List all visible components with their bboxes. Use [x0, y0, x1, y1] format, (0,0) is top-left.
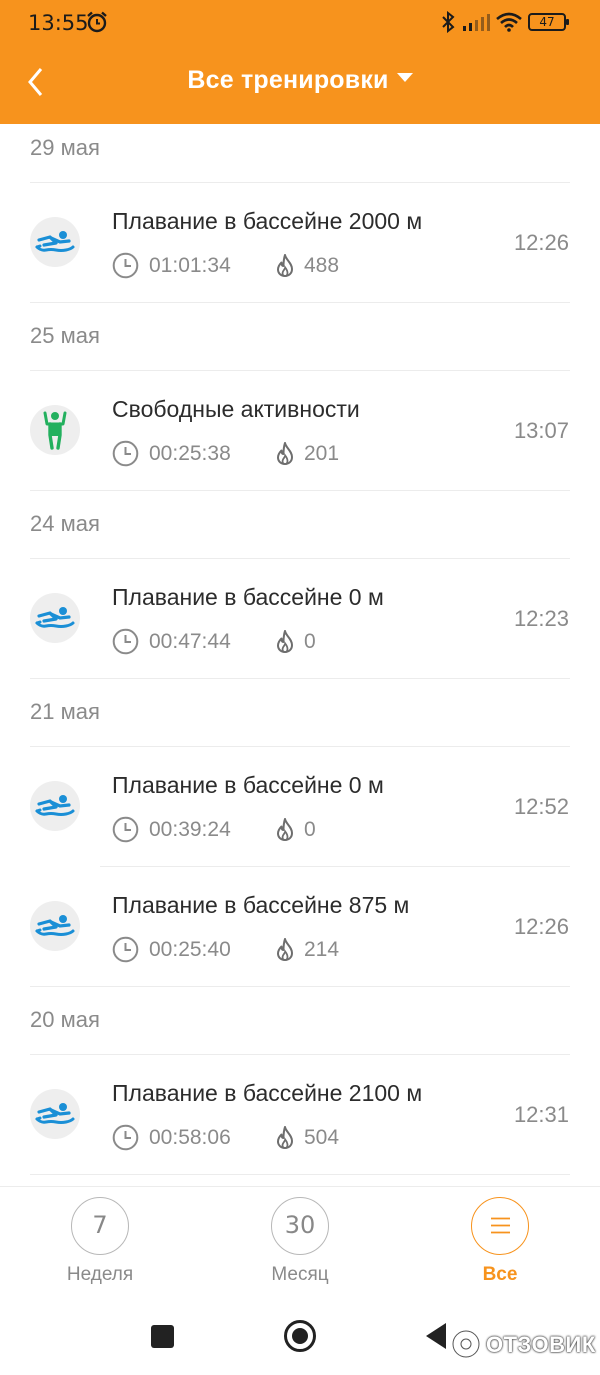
watermark-text: ОТЗОВИК — [486, 1332, 596, 1357]
flame-icon — [277, 1126, 293, 1149]
date-header: 29 мая — [30, 135, 100, 160]
workout-type-avatar — [30, 781, 80, 831]
swimming-icon — [35, 231, 75, 252]
swimming-icon — [35, 915, 75, 936]
workout-list[interactable]: 29 мая Плавание в бассейне 2000 м 01:01:34… — [0, 124, 600, 1186]
app-header: 13:55 47 Все тренировки — [0, 0, 600, 124]
flame-icon — [277, 442, 293, 465]
workout-duration: 00:25:38 — [149, 442, 231, 465]
workout-row[interactable]: Плавание в бассейне 0 м 00:47:44 0 12:23 — [0, 558, 600, 678]
divider — [30, 302, 570, 303]
clock-icon — [112, 1124, 139, 1151]
signal-icon — [463, 14, 490, 31]
workout-duration: 00:25:40 — [149, 938, 231, 961]
divider — [30, 490, 570, 491]
workout-calories: 0 — [304, 630, 316, 653]
page-title[interactable]: Все тренировки — [187, 66, 388, 94]
flame-icon — [277, 938, 293, 961]
workout-row[interactable]: Плавание в бассейне 875 м 00:25:40 214 12:2… — [0, 866, 600, 986]
clock-icon — [112, 628, 139, 655]
workout-time: 13:07 — [513, 418, 569, 443]
tab-all-label[interactable]: Все — [430, 1264, 570, 1286]
workout-title: Плавание в бассейне 2000 м — [112, 208, 423, 234]
bottom-tab-bar: 7 Неделя 30 Месяц Все — [0, 1186, 600, 1296]
tab-all[interactable]: Все — [430, 1197, 570, 1287]
swimming-icon — [35, 607, 75, 628]
workout-title: Плавание в бассейне 0 м — [112, 772, 384, 798]
title-dropdown[interactable]: Все тренировки — [0, 66, 600, 95]
workout-row[interactable]: Плавание в бассейне 2100 м 00:58:06 504 12:… — [0, 1054, 600, 1174]
workout-title: Плавание в бассейне 0 м — [112, 584, 384, 610]
battery-indicator: 47 — [528, 13, 569, 31]
workout-calories: 0 — [304, 818, 316, 841]
tab-month[interactable]: 30 Месяц — [230, 1197, 370, 1287]
workout-title: Плавание в бассейне 875 м — [112, 892, 410, 918]
flame-icon — [277, 254, 293, 277]
caret-down-icon[interactable] — [396, 73, 413, 82]
tab-month-label[interactable]: Месяц — [230, 1264, 370, 1286]
date-header: 20 мая — [30, 1007, 100, 1032]
week-badge[interactable]: 7 — [71, 1197, 129, 1255]
recent-apps-button[interactable] — [151, 1325, 174, 1348]
tab-week[interactable]: 7 Неделя — [30, 1197, 170, 1287]
workout-duration: 00:47:44 — [149, 630, 231, 653]
divider — [30, 986, 570, 987]
wifi-icon — [496, 12, 522, 32]
divider — [30, 1174, 570, 1175]
home-button[interactable] — [284, 1320, 316, 1352]
swimming-icon — [35, 795, 75, 816]
workout-type-avatar — [30, 405, 80, 455]
divider — [30, 678, 570, 679]
clock-icon — [112, 440, 139, 467]
bluetooth-icon — [442, 11, 455, 33]
workout-duration: 00:58:06 — [149, 1126, 231, 1149]
workout-type-avatar — [30, 217, 80, 267]
workout-duration: 01:01:34 — [149, 254, 231, 277]
watermark-logo-icon — [451, 1329, 481, 1359]
workout-row[interactable]: Плавание в бассейне 2000 м 01:01:34 488 12:… — [0, 182, 600, 302]
date-header: 21 мая — [30, 699, 100, 724]
workout-time: 12:31 — [513, 1102, 569, 1127]
all-badge[interactable] — [471, 1197, 529, 1255]
workout-time: 12:26 — [513, 914, 569, 939]
tab-week-label[interactable]: Неделя — [30, 1264, 170, 1286]
workout-time: 12:52 — [513, 794, 569, 819]
system-navigation-bar: ОТЗОВИК — [0, 1296, 600, 1375]
workout-title: Плавание в бассейне 2100 м — [112, 1080, 423, 1106]
workout-calories: 201 — [304, 442, 340, 465]
flame-icon — [277, 630, 293, 653]
month-badge[interactable]: 30 — [271, 1197, 329, 1255]
workout-type-avatar — [30, 593, 80, 643]
workout-duration: 00:39:24 — [149, 818, 231, 841]
alarm-icon — [87, 11, 107, 33]
workout-calories: 214 — [304, 938, 340, 961]
swimming-icon — [35, 1103, 75, 1124]
system-back-button[interactable] — [426, 1323, 446, 1349]
date-header: 24 мая — [30, 511, 100, 536]
status-time: 13:55 — [28, 11, 89, 35]
clock-icon — [112, 252, 139, 279]
workout-time: 12:23 — [513, 606, 569, 631]
workout-row[interactable]: Свободные активности 00:25:38 201 13:07 — [0, 370, 600, 490]
workout-calories: 488 — [304, 254, 340, 277]
date-header: 25 мая — [30, 323, 100, 348]
flame-icon — [277, 818, 293, 841]
workout-type-avatar — [30, 901, 80, 951]
clock-icon — [112, 816, 139, 843]
status-bar: 13:55 47 — [0, 0, 600, 46]
workout-title: Свободные активности — [112, 396, 360, 422]
workout-type-avatar — [30, 1089, 80, 1139]
workout-calories: 504 — [304, 1126, 340, 1149]
clock-icon — [112, 936, 139, 963]
menu-icon — [491, 1217, 510, 1234]
workout-time: 12:26 — [513, 230, 569, 255]
workout-row[interactable]: Плавание в бассейне 0 м 00:39:24 0 12:52 — [0, 746, 600, 866]
free-activity-icon — [43, 411, 67, 450]
